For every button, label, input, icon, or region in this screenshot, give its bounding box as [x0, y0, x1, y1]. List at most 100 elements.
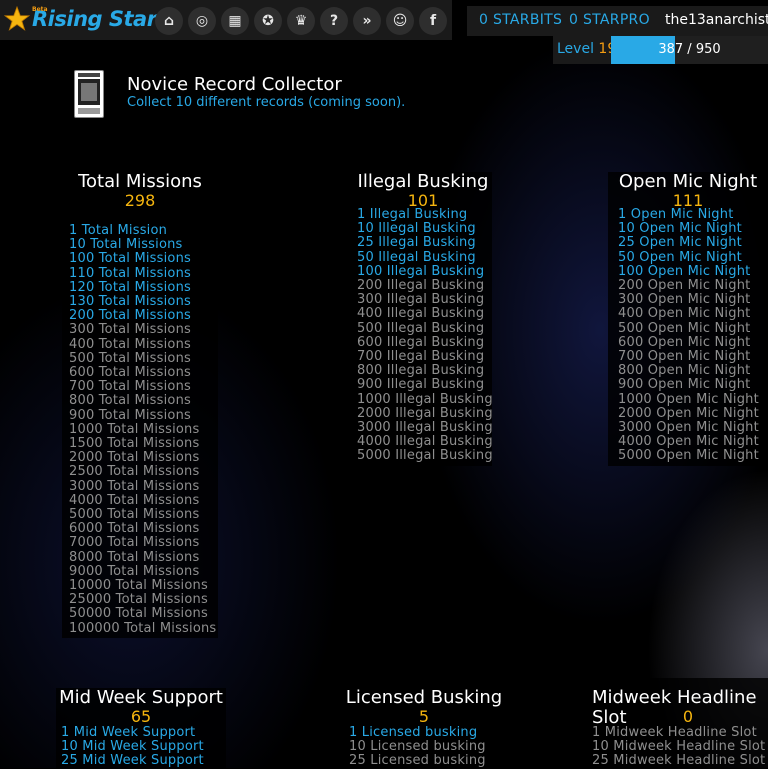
gigs-icon[interactable]: ◎ — [188, 7, 216, 35]
mission-column-licensed-busking: Licensed Busking 5 1 Licensed busking 10 Li… — [342, 678, 506, 768]
mission-list: 1 Open Mic Night 10 Open Mic Night 25 Open… — [618, 207, 759, 464]
mission-completed: 120 Total Missions — [69, 279, 191, 295]
mission-completed: 110 Total Missions — [69, 265, 191, 281]
mission-locked: 1500 Total Missions — [69, 436, 200, 452]
mission-completed: 100 Open Mic Night — [618, 263, 751, 279]
mission-completed: 25 Mid Week Support — [61, 753, 204, 769]
mission-completed: 1 Total Mission — [69, 223, 168, 238]
mission-locked: 500 Illegal Busking — [357, 320, 485, 336]
mission-locked: 800 Open Mic Night — [618, 363, 751, 379]
mission-locked: 2500 Total Missions — [69, 464, 200, 480]
nav-icons: ⌂ ◎ ▦ ✪ ♛?» ☺ f — [155, 7, 447, 35]
mission-locked: 900 Open Mic Night — [618, 377, 751, 393]
mission-locked: 2000 Illegal Busking — [357, 405, 493, 421]
mission-column-illegal-busking: Illegal Busking 101 1 Illegal Busking 10 Il… — [354, 171, 493, 466]
xp-progress-bar: 387 / 950 — [611, 36, 768, 64]
column-title: Licensed Busking — [345, 687, 503, 708]
mission-completed: 100 Total Missions — [69, 251, 191, 267]
mission-locked: 700 Illegal Busking — [357, 349, 485, 365]
mission-locked: 1 Midweek Headline Slot — [592, 725, 757, 740]
mission-locked: 800 Total Missions — [69, 393, 191, 409]
achievement-description: Collect 10 different records (coming soo… — [127, 95, 406, 110]
mission-completed: 50 Illegal Busking — [357, 249, 476, 265]
mission-locked: 400 Illegal Busking — [357, 306, 485, 322]
logo[interactable]: Beta Rising Star — [4, 6, 157, 32]
mission-locked: 200 Illegal Busking — [357, 278, 485, 294]
hive-icon[interactable]: » — [353, 7, 381, 35]
badge-icon[interactable]: ✪ — [254, 7, 282, 35]
discord-icon[interactable]: ☺ — [386, 7, 414, 35]
mission-locked: 1000 Total Missions — [69, 421, 200, 437]
mission-completed: 25 Illegal Busking — [357, 235, 476, 251]
mission-completed: 10 Mid Week Support — [61, 739, 204, 755]
mission-completed: 10 Illegal Busking — [357, 221, 476, 237]
mission-locked: 2000 Total Missions — [69, 450, 200, 466]
mission-completed: 50 Open Mic Night — [618, 249, 742, 265]
mission-locked: 600 Illegal Busking — [357, 334, 485, 350]
mission-list: 1 Total Mission 10 Total Missions 100 Tota… — [69, 223, 217, 636]
column-count: 298 — [124, 191, 156, 210]
column-count: 0 — [682, 707, 694, 726]
mission-completed: 10 Total Missions — [69, 237, 183, 253]
mission-locked: 100000 Total Missions — [69, 620, 217, 636]
top-navbar: Beta Rising Star ⌂ ◎ ▦ ✪ ♛?» ☺ f — [0, 0, 452, 40]
mission-locked: 3000 Open Mic Night — [618, 420, 759, 436]
mission-locked: 700 Total Missions — [69, 379, 191, 395]
mission-locked: 4000 Illegal Busking — [357, 434, 493, 450]
mission-locked: 1000 Open Mic Night — [618, 391, 759, 407]
mission-list: 1 Illegal Busking 10 Illegal Busking 25 Il… — [357, 207, 493, 464]
mission-column-open-mic-night: Open Mic Night 111 1 Open Mic Night 10 Open… — [608, 172, 768, 466]
mission-locked: 4000 Total Missions — [69, 492, 200, 508]
mission-locked: 400 Open Mic Night — [618, 306, 751, 322]
achievement-title: Novice Record Collector — [127, 74, 342, 95]
mission-locked: 3000 Total Missions — [69, 478, 200, 494]
mission-locked: 25000 Total Missions — [69, 592, 208, 608]
starbits-balance[interactable]: 0 STARBITS — [479, 12, 562, 28]
mission-completed: 1 Open Mic Night — [618, 207, 734, 222]
home-icon[interactable]: ⌂ — [155, 7, 183, 35]
username[interactable]: the13anarchist — [665, 12, 768, 28]
mission-locked: 900 Total Missions — [69, 407, 191, 423]
beta-badge: Beta — [32, 6, 48, 13]
mission-column-mid-week-support: Mid Week Support 65 1 Mid Week Support 10 M… — [56, 688, 226, 768]
mission-completed: 1 Mid Week Support — [61, 725, 196, 740]
mission-locked: 9000 Total Missions — [69, 563, 200, 579]
mission-locked: 1000 Illegal Busking — [357, 391, 493, 407]
mission-locked: 300 Illegal Busking — [357, 292, 485, 308]
mission-locked: 700 Open Mic Night — [618, 349, 751, 365]
mission-completed: 10 Open Mic Night — [618, 221, 742, 237]
cards-icon[interactable]: ▦ — [221, 7, 249, 35]
mission-locked: 6000 Total Missions — [69, 521, 200, 537]
record-card-icon — [74, 70, 104, 118]
mission-locked: 900 Illegal Busking — [357, 377, 485, 393]
level-label: Level 19 — [557, 41, 617, 57]
facebook-icon[interactable]: f — [419, 7, 447, 35]
mission-locked: 5000 Total Missions — [69, 507, 200, 523]
mission-locked: 25 Midweek Headline Slot — [592, 753, 766, 769]
star-icon — [4, 6, 30, 31]
mission-completed: 100 Illegal Busking — [357, 263, 485, 279]
mission-locked: 600 Total Missions — [69, 365, 191, 381]
starpro-balance[interactable]: 0 STARPRO — [569, 12, 650, 28]
mission-locked: 500 Total Missions — [69, 350, 191, 366]
mission-list: 1 Licensed busking 10 Licensed busking 25 … — [349, 725, 486, 769]
mission-locked: 800 Illegal Busking — [357, 363, 485, 379]
mission-locked: 500 Open Mic Night — [618, 320, 751, 336]
mission-completed: 1 Illegal Busking — [357, 207, 468, 222]
logo-text: Rising Star — [32, 7, 157, 31]
trophy-icon[interactable]: ♛ — [287, 7, 315, 35]
column-count: 65 — [130, 707, 152, 726]
column-title: Illegal Busking — [357, 171, 489, 192]
mission-locked: 5000 Open Mic Night — [618, 448, 759, 464]
mission-column-total-missions: Total Missions 298 1 Total Mission 10 Total… — [62, 172, 218, 638]
mission-list: 1 Mid Week Support 10 Mid Week Support 25 … — [61, 725, 204, 769]
mission-locked: 5000 Illegal Busking — [357, 448, 493, 464]
mission-locked: 50000 Total Missions — [69, 606, 208, 622]
mission-locked: 25 Licensed busking — [349, 753, 486, 769]
column-title: Mid Week Support — [59, 687, 223, 708]
mission-locked: 10000 Total Missions — [69, 578, 208, 594]
mission-locked: 10 Licensed busking — [349, 739, 486, 755]
mission-completed: 200 Total Missions — [69, 308, 191, 324]
mission-completed: 130 Total Missions — [69, 294, 191, 310]
help-icon[interactable]: ? — [320, 7, 348, 35]
